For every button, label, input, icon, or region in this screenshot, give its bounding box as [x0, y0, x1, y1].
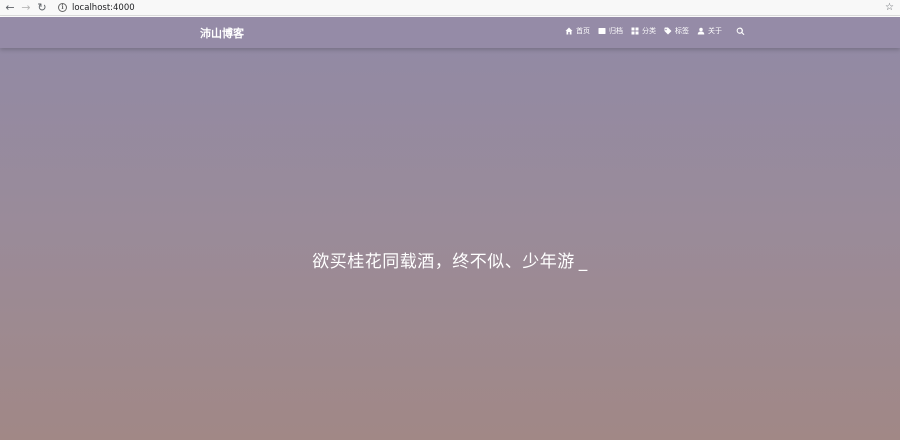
nav-item-archive[interactable]: 归档 [598, 26, 623, 36]
forward-arrow-icon: → [21, 1, 31, 14]
search-button[interactable] [736, 27, 745, 36]
archive-icon [598, 28, 606, 34]
site-navbar: 沛山博客 首页 归档 分类 标签 关于 [0, 17, 900, 48]
nav-item-label: 归档 [609, 27, 623, 35]
user-icon [697, 27, 705, 35]
tags-icon [664, 27, 672, 35]
typing-cursor: _ [578, 252, 588, 272]
home-icon [565, 27, 573, 35]
back-arrow-icon: ← [5, 1, 15, 14]
hero-quote: 欲买桂花同载酒，终不似、少年游 [312, 252, 575, 272]
nav-item-categories[interactable]: 分类 [631, 26, 656, 36]
address-bar[interactable]: i localhost:4000 [58, 1, 894, 15]
nav-menu: 首页 归档 分类 标签 关于 [565, 26, 745, 36]
reload-icon: ↻ [37, 1, 47, 14]
forward-button[interactable]: → [18, 0, 34, 16]
reload-button[interactable]: ↻ [34, 0, 50, 16]
categories-icon [631, 27, 639, 35]
nav-item-label: 关于 [708, 27, 722, 35]
nav-item-home[interactable]: 首页 [565, 26, 590, 36]
nav-item-label: 标签 [675, 27, 689, 35]
page-body: 沛山博客 首页 归档 分类 标签 关于 欲买桂花同载酒，终不似、少年游 _ [0, 17, 900, 440]
info-icon[interactable]: i [58, 3, 67, 12]
search-icon [736, 27, 745, 35]
nav-item-tags[interactable]: 标签 [664, 26, 689, 36]
nav-item-label: 分类 [642, 27, 656, 35]
nav-item-about[interactable]: 关于 [697, 26, 722, 36]
hero-typing-text: 欲买桂花同载酒，终不似、少年游 _ [0, 247, 900, 272]
browser-toolbar: ← → ↻ i localhost:4000 ☆ [0, 0, 900, 16]
nav-item-label: 首页 [576, 27, 590, 35]
back-button[interactable]: ← [2, 0, 18, 16]
site-brand[interactable]: 沛山博客 [200, 25, 244, 41]
bookmark-star-icon[interactable]: ☆ [885, 2, 894, 13]
url-text: localhost:4000 [72, 2, 135, 13]
